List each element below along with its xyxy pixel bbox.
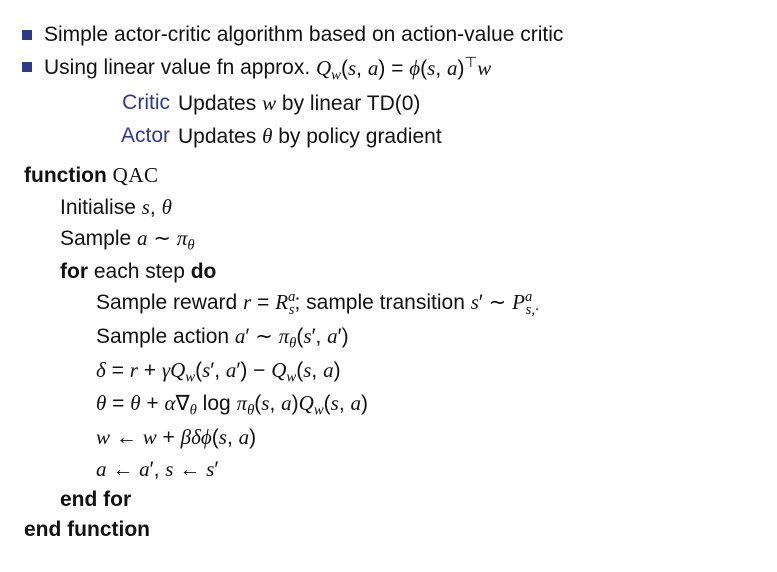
action-eq: a′ ∼ πθ(s′, a′) xyxy=(235,325,349,348)
algo-endfor: end for xyxy=(60,485,755,515)
init-vars: s xyxy=(142,195,150,219)
bullet-item-2: Using linear value fn approx. Qw(s, a) =… xyxy=(22,52,755,86)
kw-endfunction: end function xyxy=(24,518,150,541)
critic-pre: Updates xyxy=(178,92,262,115)
critic-var: w xyxy=(262,91,276,115)
algo-fn-header: function QAC xyxy=(24,160,755,191)
kw-function: function xyxy=(24,164,107,187)
def-term-actor: Actor xyxy=(104,121,170,151)
algorithm-block: function QAC Initialise s, θ Sample a ∼ … xyxy=(24,160,755,546)
w-eq: w ← w + βδϕ(s, a) xyxy=(96,426,256,449)
actor-pre: Updates xyxy=(178,125,262,148)
algo-delta: δ = r + γQw(s′, a′) − Qw(s, a) xyxy=(96,355,755,389)
algo-sample-a: Sample a ∼ πθ xyxy=(60,223,755,257)
for-cond: each step xyxy=(88,260,191,283)
theta-eq: θ = θ + α∇θ log πθ(s, a)Qw(s, a) xyxy=(96,392,368,415)
kw-endfor: end for xyxy=(60,488,131,511)
algo-w-update: w ← w + βδϕ(s, a) xyxy=(96,422,755,453)
def-critic: Critic Updates w by linear TD(0) xyxy=(104,88,755,119)
definition-list: Critic Updates w by linear TD(0) Actor U… xyxy=(104,88,755,152)
bullet2-prefix: Using linear value fn approx. xyxy=(44,57,316,80)
sample-a-expr: a ∼ πθ xyxy=(137,227,195,250)
def-term-critic: Critic xyxy=(104,88,170,118)
actor-post: by policy gradient xyxy=(272,125,441,148)
algo-init: Initialise s, θ xyxy=(60,192,755,223)
algo-sample-action: Sample action a′ ∼ πθ(s′, a′) xyxy=(96,321,755,355)
delta-eq: δ = r + γQw(s′, a′) − Qw(s, a) xyxy=(96,359,341,382)
square-bullet-icon xyxy=(22,30,32,40)
def-actor: Actor Updates θ by policy gradient xyxy=(104,121,755,152)
kw-for: for xyxy=(60,260,88,283)
action-pre: Sample action xyxy=(96,325,235,348)
actor-var: θ xyxy=(262,124,272,148)
reward-pre: Sample reward xyxy=(96,291,243,314)
critic-post: by linear TD(0) xyxy=(276,92,420,115)
kw-do: do xyxy=(191,260,217,283)
algo-assign: a ← a′, s ← s′ xyxy=(96,454,755,485)
bullet-text-1: Simple actor-critic algorithm based on a… xyxy=(44,20,563,50)
assign-eq: a ← a′, s ← s′ xyxy=(96,458,218,481)
reward-mid: ; sample transition xyxy=(294,291,470,314)
algo-sample-reward: Sample reward r = Ras; sample transition… xyxy=(96,287,755,321)
algo-theta: θ = θ + α∇θ log πθ(s, a)Qw(s, a) xyxy=(96,388,755,422)
init-pre: Initialise xyxy=(60,196,142,219)
bullet-text-2: Using linear value fn approx. Qw(s, a) =… xyxy=(44,52,491,86)
fn-name: QAC xyxy=(113,163,159,187)
def-desc-critic: Updates w by linear TD(0) xyxy=(178,88,420,119)
reward-eq: r = Ras xyxy=(243,291,294,314)
trans-eq: s′ ∼ Pas,· xyxy=(471,291,539,314)
sample-a-pre: Sample xyxy=(60,227,137,250)
algo-for: for each step do xyxy=(60,257,755,287)
bullet2-equation: Qw(s, a) = ϕ(s, a)⊤w xyxy=(316,57,491,80)
square-bullet-icon xyxy=(22,62,32,72)
bullet-item-1: Simple actor-critic algorithm based on a… xyxy=(22,20,755,50)
def-desc-actor: Updates θ by policy gradient xyxy=(178,121,442,152)
algo-endfn: end function xyxy=(24,515,755,545)
